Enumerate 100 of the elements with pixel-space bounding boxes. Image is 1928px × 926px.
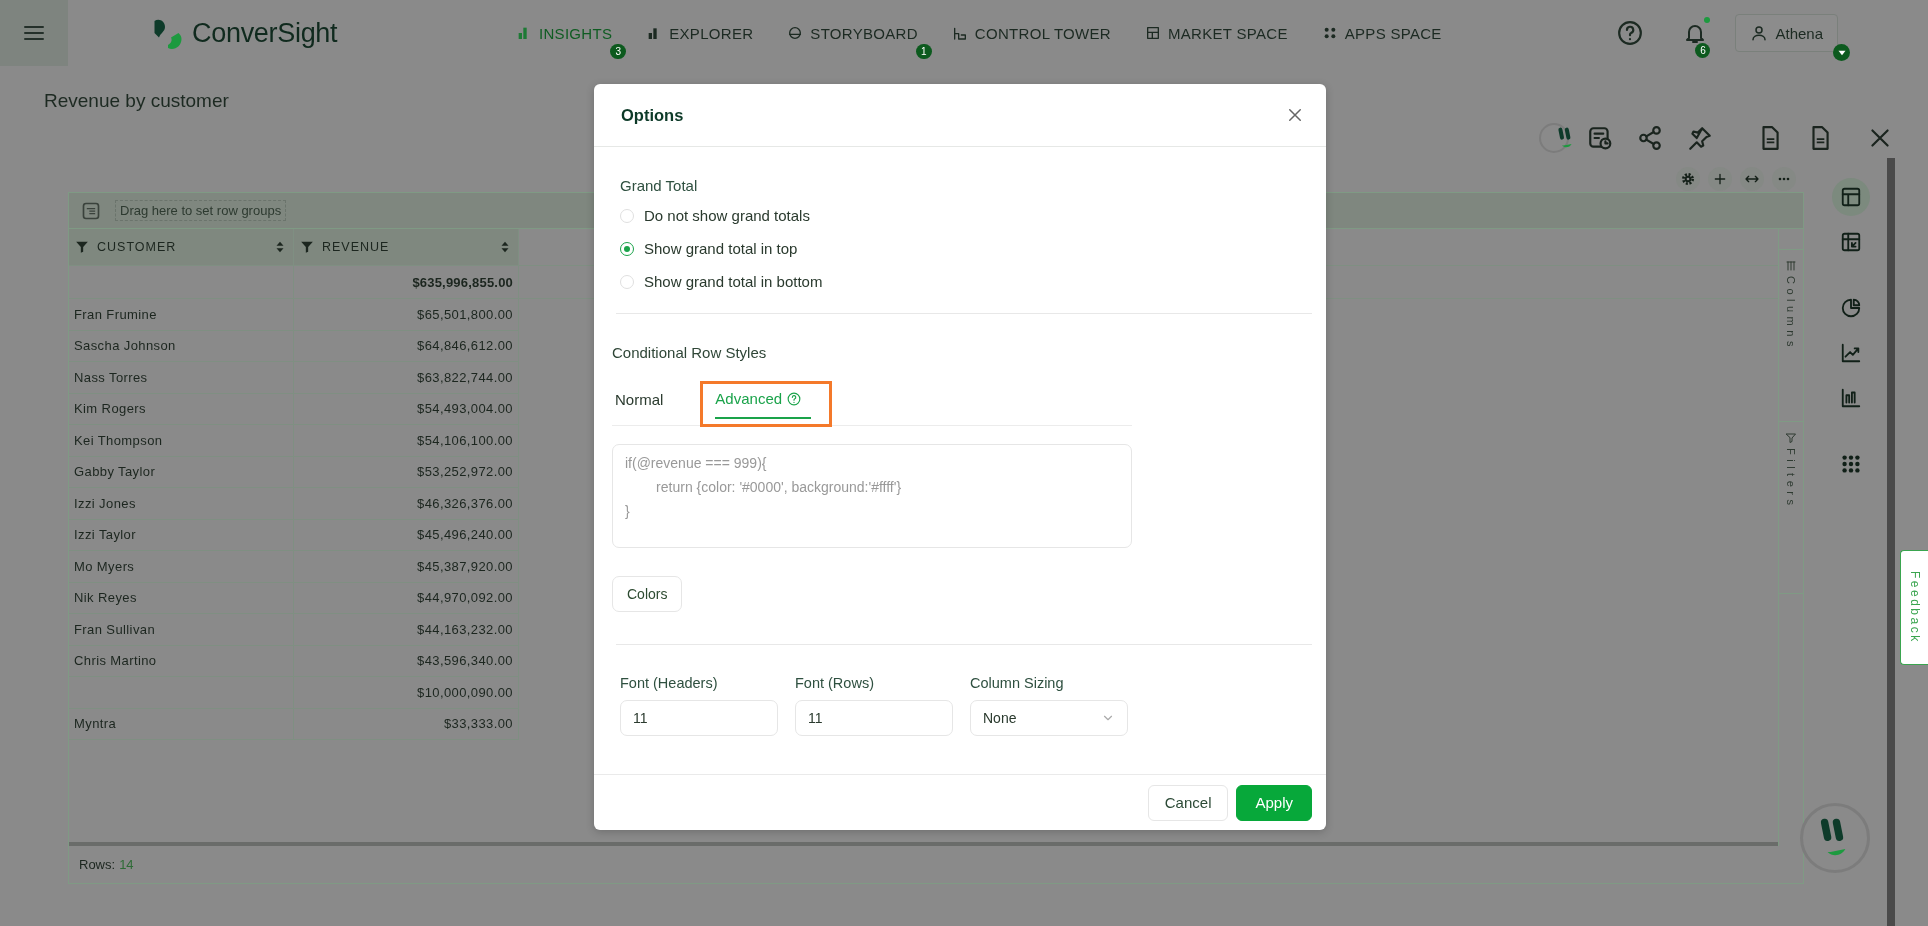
- table-cell: $45,496,240.00: [417, 527, 513, 543]
- plus-icon: [1712, 171, 1728, 187]
- share-icon[interactable]: [1637, 125, 1663, 151]
- grand-total-cell: $635,996,855.00: [412, 274, 513, 290]
- section-label: Conditional Row Styles: [612, 344, 768, 361]
- table-cell: $10,000,090.00: [417, 684, 513, 700]
- pin-icon[interactable]: [1687, 125, 1713, 151]
- table-cell: Izzi Taylor: [74, 527, 136, 543]
- filter-icon: [1785, 432, 1797, 444]
- apps-grid-icon: [1840, 453, 1862, 475]
- row-count-label: Rows:: [79, 857, 116, 872]
- close-icon: [1286, 106, 1304, 124]
- user-menu-button[interactable]: Athena: [1735, 14, 1838, 52]
- status-dot: [1704, 17, 1711, 23]
- count-badge: 3: [610, 43, 627, 59]
- number-field[interactable]: 11: [795, 700, 953, 736]
- table-cell: Kei Thompson: [74, 432, 163, 448]
- table-cell: Gabby Taylor: [74, 464, 156, 480]
- table-cell: Myntra: [74, 716, 117, 732]
- table-cell: Nik Reyes: [74, 590, 137, 606]
- number-field[interactable]: 11: [620, 700, 778, 736]
- view-button[interactable]: [1832, 178, 1870, 216]
- user-icon: [1750, 24, 1769, 42]
- table-icon: [1840, 186, 1862, 208]
- nav-tab[interactable]: APPS SPACE: [1319, 20, 1444, 46]
- nav-tab[interactable]: EXPLORER: [644, 20, 756, 46]
- radio-label[interactable]: Show grand total in bottom: [644, 273, 823, 290]
- radio-label[interactable]: Show grand total in top: [644, 240, 798, 257]
- feedback-tab[interactable]: Feedback: [1900, 550, 1928, 665]
- nav-tab[interactable]: INSIGHTS: [514, 20, 615, 46]
- table-cell: Fran Sullivan: [74, 621, 156, 637]
- section-label: Grand Total: [620, 177, 699, 194]
- dropdown-button[interactable]: [1833, 44, 1851, 61]
- radio-label[interactable]: Do not show grand totals: [644, 207, 810, 224]
- count-badge: 1: [915, 43, 932, 59]
- help-icon[interactable]: [1617, 20, 1644, 46]
- table-cell: $54,106,100.00: [417, 432, 513, 448]
- row-count: 14: [119, 857, 134, 872]
- column-title: CUSTOMER: [97, 240, 177, 254]
- assistant-button[interactable]: [1539, 123, 1569, 153]
- line-chart-icon: [1840, 342, 1862, 364]
- scrollbar[interactable]: [1887, 158, 1895, 926]
- row-group-icon: [81, 200, 101, 221]
- page-title: Revenue by customer: [44, 90, 229, 111]
- apply-button[interactable]: Apply: [1236, 784, 1312, 821]
- table-cell: Chris Martino: [74, 653, 157, 669]
- table-cell: $46,326,376.00: [417, 495, 513, 511]
- table-cell: Izzi Jones: [74, 495, 136, 511]
- table-cell: Nass Torres: [74, 369, 148, 385]
- drop-zone[interactable]: Drag here to set row groups: [115, 200, 287, 221]
- pie-chart-icon: [1840, 297, 1862, 319]
- side-panel-tab[interactable]: Columns: [1779, 250, 1803, 422]
- schedule-icon[interactable]: [1587, 125, 1613, 151]
- face-icon: [1558, 127, 1574, 149]
- colors-button[interactable]: Colors: [612, 576, 683, 612]
- dialog-title: Options: [621, 105, 684, 125]
- help-icon[interactable]: [787, 391, 802, 406]
- nav-tab[interactable]: STORYBOARD: [785, 20, 920, 46]
- table-cell: $43,596,340.00: [417, 653, 513, 669]
- table-cell: $44,970,092.00: [417, 590, 513, 606]
- resize-button[interactable]: [1740, 167, 1764, 191]
- table-cell: $63,822,744.00: [417, 369, 513, 385]
- bar-chart-icon: [1840, 387, 1862, 409]
- table-cell: $44,163,232.00: [417, 621, 513, 637]
- dropdown-field[interactable]: None: [970, 700, 1128, 736]
- table-cell: Sascha Johnson: [74, 338, 176, 354]
- filter-icon[interactable]: [300, 240, 314, 254]
- nav-tab[interactable]: CONTROL TOWER: [949, 20, 1113, 46]
- tab[interactable]: Normal: [612, 382, 681, 426]
- table-cell: Mo Myers: [74, 558, 135, 574]
- field-label: Font (Headers): [620, 675, 719, 691]
- table-cell: $45,387,920.00: [417, 558, 513, 574]
- field-label: Font (Rows): [795, 675, 875, 691]
- brand-name: ConverSight: [192, 17, 338, 49]
- settings-icon: [1680, 171, 1696, 187]
- column-title: REVENUE: [322, 240, 390, 254]
- table-cell: $54,493,004.00: [417, 401, 513, 417]
- close-button[interactable]: [1286, 106, 1304, 124]
- nav-tab[interactable]: MARKET SPACE: [1143, 20, 1290, 46]
- table-cell: $33,333.00: [443, 716, 513, 732]
- cancel-button[interactable]: Cancel: [1147, 784, 1229, 821]
- columns-icon: [1785, 260, 1797, 272]
- pivot-table-icon: [1840, 231, 1862, 253]
- globe-icon: [787, 25, 804, 41]
- table-cell: $64,846,612.00: [417, 338, 513, 354]
- table-cell: Kim Rogers: [74, 401, 146, 417]
- table-cell: $65,501,800.00: [417, 306, 513, 322]
- tab[interactable]: Advanced: [700, 381, 833, 427]
- table-cell: Fran Frumine: [74, 306, 157, 322]
- plus-button[interactable]: [1708, 167, 1732, 191]
- code-editor-field[interactable]: if(@revenue === 999){ return {color: '#0000', background:'#ffff'} }: [612, 444, 1132, 548]
- side-panel-tab[interactable]: Filters: [1779, 422, 1803, 594]
- column-header[interactable]: CUSTOMER: [69, 229, 294, 265]
- filter-icon[interactable]: [75, 240, 89, 254]
- field-label: Column Sizing: [970, 675, 1065, 691]
- settings-button[interactable]: [1676, 167, 1700, 191]
- scrollbar[interactable]: [69, 842, 1778, 846]
- menu-button[interactable]: [0, 0, 68, 66]
- table-cell: $53,252,972.00: [417, 464, 513, 480]
- count-badge: 6: [1695, 43, 1711, 58]
